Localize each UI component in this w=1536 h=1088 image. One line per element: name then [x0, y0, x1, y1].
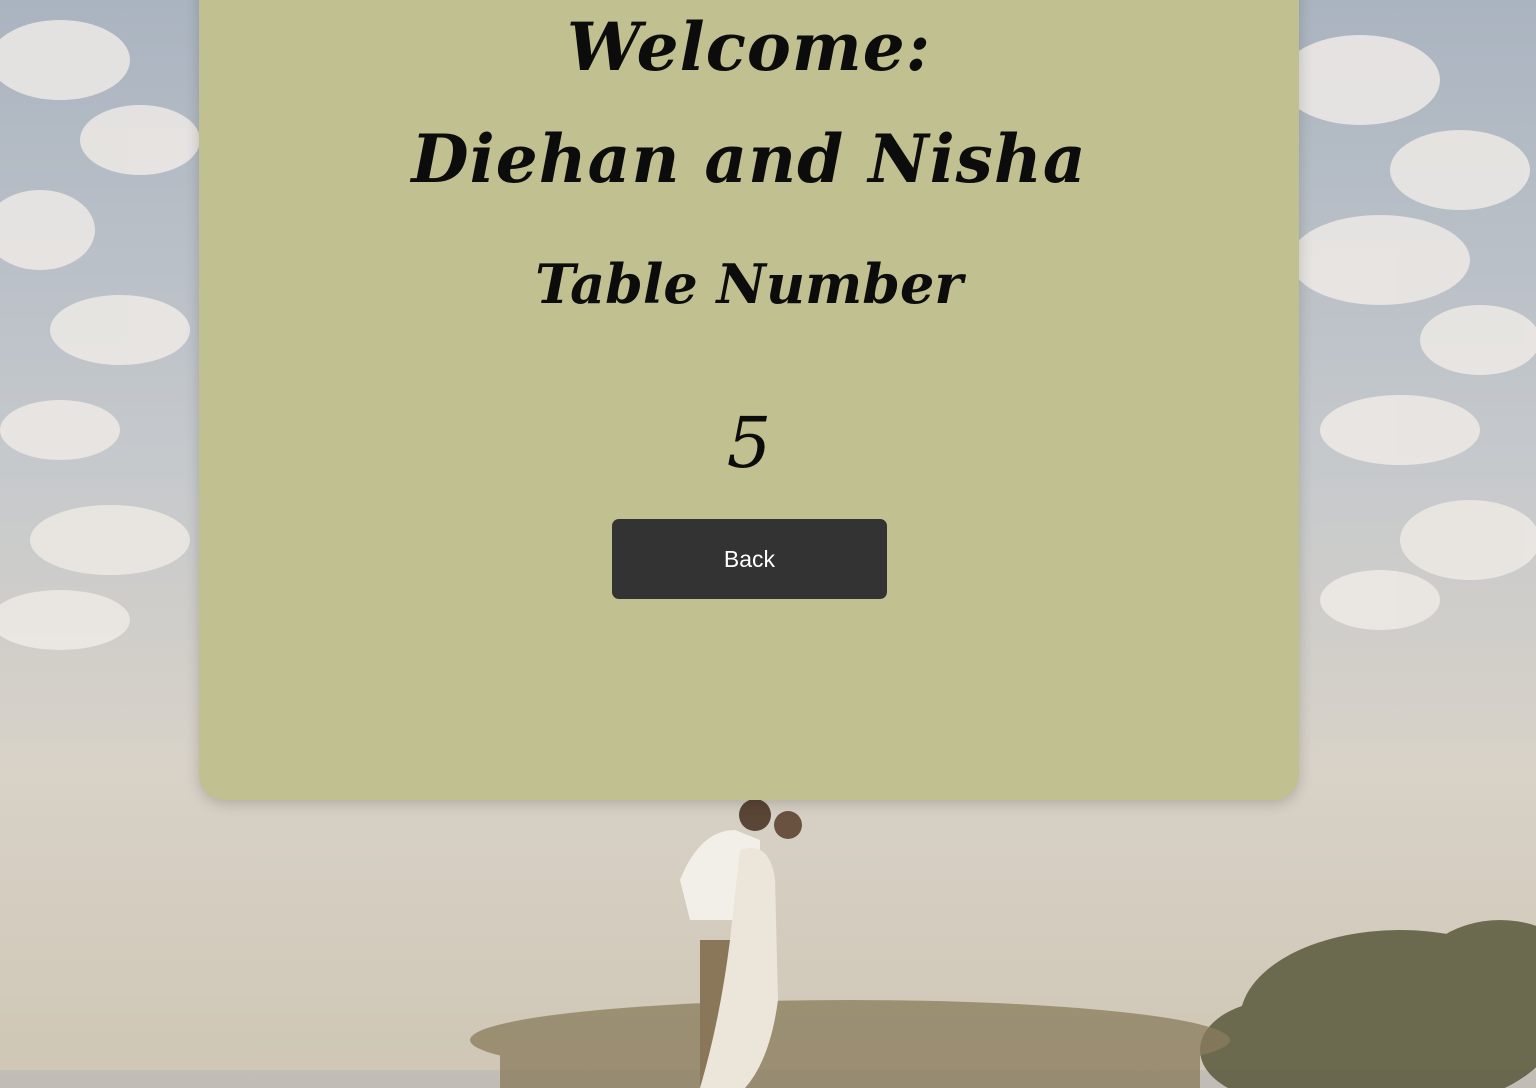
back-button[interactable]: Back [612, 519, 887, 599]
table-number-value: 5 [726, 402, 772, 484]
welcome-card: Welcome: Diehan and Nisha Table Number 5… [199, 0, 1299, 800]
welcome-heading: Welcome: [566, 8, 932, 86]
table-number-label: Table Number [535, 252, 963, 316]
guest-names: Diehan and Nisha [411, 120, 1087, 198]
